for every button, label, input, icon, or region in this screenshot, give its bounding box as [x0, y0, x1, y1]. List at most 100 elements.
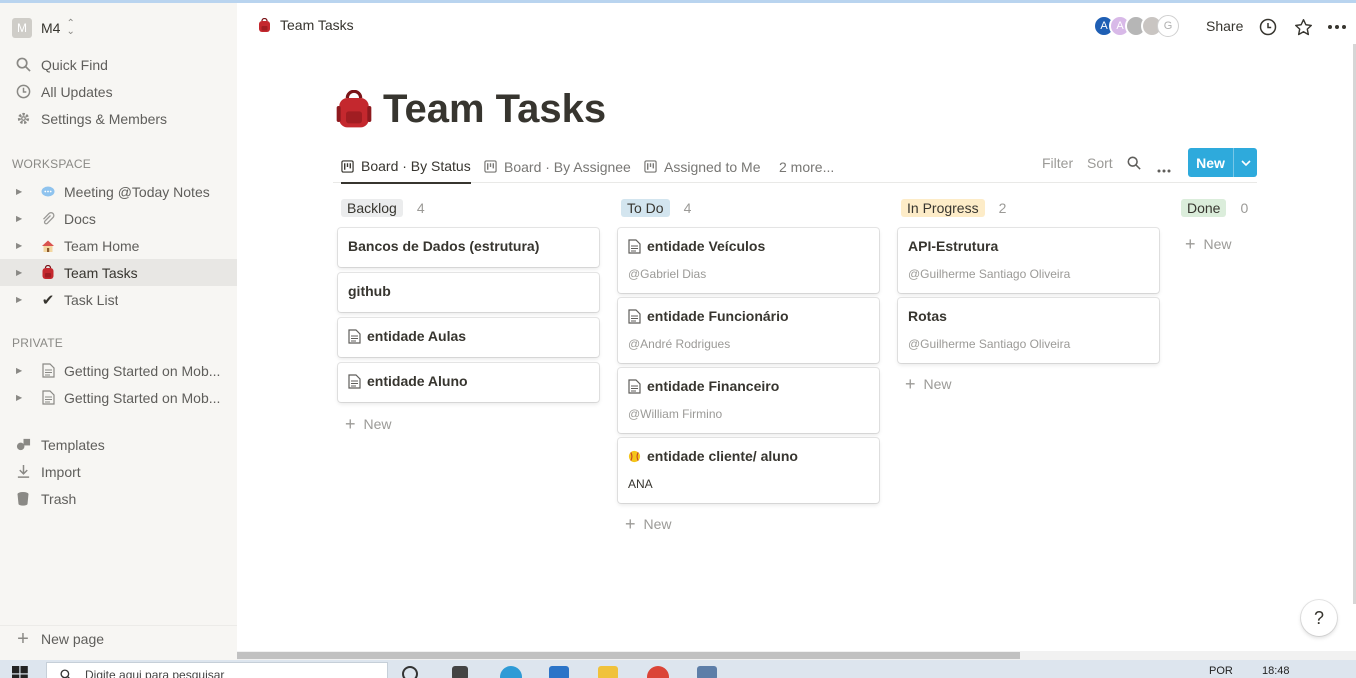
chrome-icon[interactable] [647, 666, 669, 678]
sidebar-item-team-home[interactable]: ▶ Team Home [0, 232, 237, 259]
vscode-icon[interactable] [549, 666, 569, 678]
expand-triangle-icon[interactable]: ▶ [16, 366, 26, 375]
tab-label: Assigned to Me [664, 158, 761, 175]
expand-triangle-icon[interactable]: ▶ [16, 393, 26, 402]
card-title: entidade Veículos [647, 238, 766, 254]
expand-triangle-icon[interactable]: ▶ [16, 214, 26, 223]
edge-browser-icon[interactable] [500, 666, 522, 678]
new-item-button[interactable]: New [1188, 148, 1257, 177]
workspace-switcher[interactable]: M M4 ⌃ ⌄ [12, 17, 75, 39]
board-view-icon [484, 160, 497, 173]
sidebar-item-quick-find[interactable]: Quick Find [0, 51, 237, 78]
board-card[interactable]: entidade Funcionário @André Rodrigues [618, 298, 879, 363]
add-new-card-button[interactable]: + New [905, 374, 952, 394]
sidebar-item-import[interactable]: Import [0, 458, 237, 485]
sidebar-item-all-updates[interactable]: All Updates [0, 78, 237, 105]
column-header-done[interactable]: Done 0 [1181, 199, 1248, 217]
more-options-icon[interactable] [1157, 160, 1171, 176]
board-card[interactable]: entidade cliente/ aluno ANA [618, 438, 879, 503]
file-explorer-icon[interactable] [598, 666, 618, 678]
add-new-card-button[interactable]: + New [625, 514, 672, 534]
new-page-button[interactable]: + New page [0, 625, 237, 652]
sidebar-item-trash[interactable]: Trash [0, 485, 237, 512]
sort-button[interactable]: Sort [1087, 155, 1113, 171]
chevron-updown-icon: ⌃ ⌄ [66, 18, 75, 37]
new-button-label[interactable]: New [1188, 148, 1233, 177]
search-icon[interactable] [1127, 156, 1141, 173]
card-title: API-Estrutura [908, 238, 999, 254]
sidebar-item-settings[interactable]: Settings & Members [0, 105, 237, 132]
sidebar-item-label: Settings & Members [41, 110, 168, 127]
page-icon [40, 363, 56, 378]
download-icon [14, 464, 32, 479]
board-view-icon [644, 160, 657, 173]
page-icon [348, 328, 361, 344]
keyboard-language[interactable]: POR [1209, 665, 1233, 677]
backpack-icon[interactable] [335, 89, 373, 130]
search-icon [60, 668, 72, 678]
expand-triangle-icon[interactable]: ▶ [16, 268, 26, 277]
sidebar-item-task-list[interactable]: ▶ ✔ Task List [0, 286, 237, 313]
help-button[interactable]: ? [1301, 600, 1337, 636]
sidebar-item-label: Task List [64, 291, 119, 308]
column-header-in-progress[interactable]: In Progress 2 [901, 199, 1006, 217]
more-views-button[interactable]: 2 more... [779, 150, 834, 183]
add-new-card-button[interactable]: + New [1185, 235, 1232, 253]
board-card[interactable]: github [338, 273, 599, 312]
favorite-star-icon[interactable] [1293, 17, 1313, 37]
clock-time[interactable]: 18:48 [1262, 665, 1290, 677]
expand-triangle-icon[interactable]: ▶ [16, 241, 26, 250]
clock-icon [14, 84, 32, 99]
cortana-icon[interactable] [402, 666, 418, 678]
tab-assigned-to-me[interactable]: Assigned to Me [644, 150, 761, 183]
sidebar-item-meeting-notes[interactable]: ▶ Meeting @Today Notes [0, 178, 237, 205]
app-icon[interactable] [697, 666, 717, 678]
share-button[interactable]: Share [1206, 18, 1243, 34]
card-assignee: @William Firmino [628, 407, 723, 421]
board-card[interactable]: entidade Aulas [338, 318, 599, 357]
plus-icon: + [905, 374, 916, 394]
sidebar-item-label: Templates [41, 436, 105, 453]
collaborator-avatars[interactable]: A A G [1093, 15, 1179, 37]
plus-icon: + [345, 414, 356, 434]
sidebar-item-getting-started-2[interactable]: ▶ Getting Started on Mob... [0, 384, 237, 411]
board-card[interactable]: API-Estrutura @Guilherme Santiago Olivei… [898, 228, 1159, 293]
history-clock-icon[interactable] [1258, 17, 1278, 37]
chevron-down-icon[interactable] [1233, 148, 1257, 177]
board-card[interactable]: Rotas @Guilherme Santiago Oliveira [898, 298, 1159, 363]
more-options-icon[interactable] [1327, 17, 1347, 37]
search-icon [14, 57, 32, 72]
plus-icon: + [625, 514, 636, 534]
page-icon [628, 238, 641, 254]
page-title[interactable]: Team Tasks [383, 87, 606, 132]
add-new-card-button[interactable]: + New [345, 414, 392, 434]
board-card[interactable]: entidade Financeiro @William Firmino [618, 368, 879, 433]
column-header-backlog[interactable]: Backlog 4 [341, 199, 425, 217]
windows-start-icon[interactable] [12, 666, 28, 678]
sidebar-item-label: Team Tasks [64, 264, 138, 281]
task-view-icon[interactable] [452, 666, 468, 678]
horizontal-scrollbar-thumb[interactable] [237, 652, 1020, 659]
avatar[interactable]: G [1157, 15, 1179, 37]
card-title: entidade Aluno [367, 373, 468, 389]
board-card[interactable]: entidade Aluno [338, 363, 599, 402]
card-title: entidade Funcionário [647, 308, 789, 324]
tab-board-by-status[interactable]: Board · By Status [341, 150, 471, 184]
status-badge: In Progress [901, 199, 985, 217]
sidebar-item-docs[interactable]: ▶ Docs [0, 205, 237, 232]
expand-triangle-icon[interactable]: ▶ [16, 187, 26, 196]
sidebar-item-templates[interactable]: Templates [0, 431, 237, 458]
board-card[interactable]: Bancos de Dados (estrutura) [338, 228, 599, 267]
column-header-todo[interactable]: To Do 4 [621, 199, 691, 217]
board-card[interactable]: entidade Veículos @Gabriel Dias [618, 228, 879, 293]
breadcrumb[interactable]: Team Tasks [257, 17, 354, 33]
sidebar-item-label: Trash [41, 490, 77, 507]
filter-button[interactable]: Filter [1042, 155, 1073, 171]
expand-triangle-icon[interactable]: ▶ [16, 295, 26, 304]
sidebar-item-getting-started-1[interactable]: ▶ Getting Started on Mob... [0, 357, 237, 384]
tab-board-by-assignee[interactable]: Board · By Assignee [484, 150, 631, 183]
sidebar-item-team-tasks[interactable]: ▶ Team Tasks [0, 259, 237, 286]
taskbar-search-input[interactable]: Digite aqui para pesquisar [46, 662, 388, 678]
sidebar-item-label: Quick Find [41, 56, 108, 73]
softball-icon [628, 450, 641, 463]
